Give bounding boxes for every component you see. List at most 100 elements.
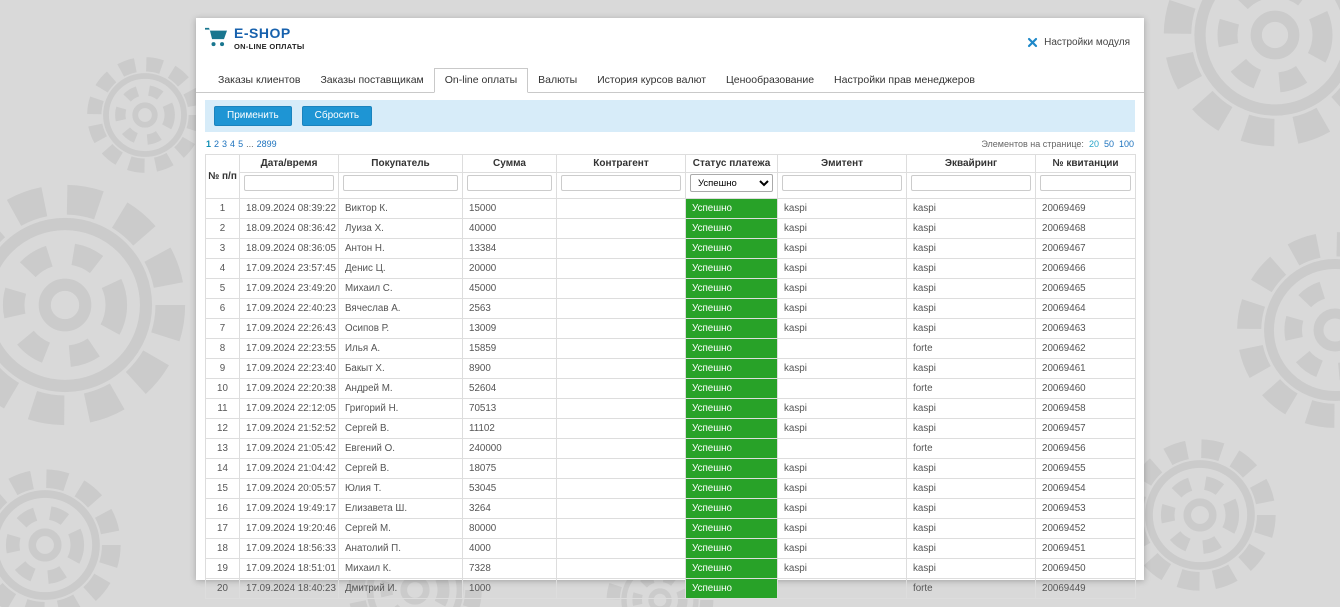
per-page-option[interactable]: 20 — [1089, 139, 1099, 149]
app-window: E-SHOP ON-LINE ОПЛАТЫ Настройки модуля З… — [196, 18, 1144, 580]
tab-manager-rights[interactable]: Настройки прав менеджеров — [824, 69, 985, 92]
cell-buyer: Антон Н. — [339, 239, 463, 259]
contragent-filter-input[interactable] — [561, 175, 681, 191]
cell-contragent — [557, 319, 686, 339]
gear-decoration-icon — [80, 50, 210, 180]
shopping-cart-logo-icon — [204, 26, 228, 48]
table-row: 717.09.2024 22:26:43Осипов Р.13009Успешн… — [206, 319, 1136, 339]
cell-contragent — [557, 239, 686, 259]
emitent-filter-input[interactable] — [782, 175, 902, 191]
module-settings-link[interactable]: Настройки модуля — [1026, 36, 1130, 49]
row-index: 17 — [206, 519, 240, 539]
cell-receipt: 20069462 — [1036, 339, 1136, 359]
cell-amount: 45000 — [463, 279, 557, 299]
page-number[interactable]: 2899 — [257, 139, 277, 149]
cell-buyer: Денис Ц. — [339, 259, 463, 279]
cell-acquiring: kaspi — [907, 199, 1036, 219]
cell-status: Успешно — [686, 359, 778, 379]
cell-contragent — [557, 539, 686, 559]
cell-emitent: kaspi — [778, 479, 907, 499]
cell-acquiring: kaspi — [907, 279, 1036, 299]
cell-buyer: Сергей В. — [339, 419, 463, 439]
cell-acquiring: kaspi — [907, 239, 1036, 259]
cell-contragent — [557, 339, 686, 359]
cell-status: Успешно — [686, 239, 778, 259]
tab-online-payments[interactable]: On-line оплаты — [434, 68, 528, 93]
table-row: 318.09.2024 08:36:05Антон Н.13384Успешно… — [206, 239, 1136, 259]
page-number[interactable]: 5 — [238, 139, 243, 149]
amount-filter-input[interactable] — [467, 175, 552, 191]
page-number[interactable]: 1 — [206, 139, 211, 149]
cell-receipt: 20069450 — [1036, 559, 1136, 579]
receipt-filter-input[interactable] — [1040, 175, 1131, 191]
cell-amount: 240000 — [463, 439, 557, 459]
cell-status: Успешно — [686, 379, 778, 399]
table-row: 1717.09.2024 19:20:46Сергей М.80000Успеш… — [206, 519, 1136, 539]
cell-acquiring: kaspi — [907, 259, 1036, 279]
cell-emitent: kaspi — [778, 399, 907, 419]
col-header-buyer: Покупатель — [339, 155, 463, 173]
tab-orders-suppliers[interactable]: Заказы поставщикам — [310, 69, 433, 92]
pagination-pages: 12345...2899 — [206, 139, 280, 149]
cell-contragent — [557, 279, 686, 299]
cell-datetime: 18.09.2024 08:36:05 — [240, 239, 339, 259]
per-page-control: Элементов на странице:2050100 — [981, 139, 1134, 149]
page-number[interactable]: 3 — [222, 139, 227, 149]
cell-status: Успешно — [686, 279, 778, 299]
gear-decoration-icon — [1225, 220, 1340, 440]
tab-pricing[interactable]: Ценообразование — [716, 69, 824, 92]
cell-receipt: 20069452 — [1036, 519, 1136, 539]
row-index: 11 — [206, 399, 240, 419]
cell-amount: 13384 — [463, 239, 557, 259]
row-index: 16 — [206, 499, 240, 519]
col-header-receipt: № квитанции — [1036, 155, 1136, 173]
page-number[interactable]: 2 — [214, 139, 219, 149]
status-filter-select[interactable]: Успешно — [690, 174, 773, 192]
row-index: 14 — [206, 459, 240, 479]
page-background: E-SHOP ON-LINE ОПЛАТЫ Настройки модуля З… — [0, 0, 1340, 607]
cell-status: Успешно — [686, 299, 778, 319]
brand-title: E-SHOP — [234, 26, 305, 41]
apply-button[interactable]: Применить — [214, 106, 292, 126]
cell-acquiring: kaspi — [907, 539, 1036, 559]
cell-buyer: Сергей М. — [339, 519, 463, 539]
cell-contragent — [557, 439, 686, 459]
cell-contragent — [557, 359, 686, 379]
tab-currency-history[interactable]: История курсов валют — [587, 69, 716, 92]
cell-datetime: 17.09.2024 22:23:40 — [240, 359, 339, 379]
per-page-option[interactable]: 100 — [1119, 139, 1134, 149]
tab-currencies[interactable]: Валюты — [528, 69, 587, 92]
cell-amount: 7328 — [463, 559, 557, 579]
acquiring-filter-input[interactable] — [911, 175, 1031, 191]
cell-amount: 13009 — [463, 319, 557, 339]
cell-datetime: 17.09.2024 18:40:23 — [240, 579, 339, 599]
page-number[interactable]: 4 — [230, 139, 235, 149]
cell-emitent: kaspi — [778, 259, 907, 279]
cell-emitent — [778, 439, 907, 459]
cell-amount: 4000 — [463, 539, 557, 559]
cell-emitent: kaspi — [778, 239, 907, 259]
cell-emitent — [778, 379, 907, 399]
filter-toolbar: Применить Сбросить — [205, 100, 1135, 132]
tab-orders-clients[interactable]: Заказы клиентов — [208, 69, 310, 92]
gear-decoration-icon — [0, 460, 130, 607]
page-ellipsis: ... — [246, 139, 254, 149]
cell-datetime: 17.09.2024 18:51:01 — [240, 559, 339, 579]
cell-contragent — [557, 579, 686, 599]
row-index: 1 — [206, 199, 240, 219]
reset-button[interactable]: Сбросить — [302, 106, 372, 126]
cell-status: Успешно — [686, 399, 778, 419]
cell-emitent: kaspi — [778, 219, 907, 239]
row-index: 2 — [206, 219, 240, 239]
cell-acquiring: kaspi — [907, 419, 1036, 439]
row-index: 9 — [206, 359, 240, 379]
cell-contragent — [557, 299, 686, 319]
cell-contragent — [557, 479, 686, 499]
datetime-filter-input[interactable] — [244, 175, 334, 191]
row-index: 13 — [206, 439, 240, 459]
per-page-option[interactable]: 50 — [1104, 139, 1114, 149]
cell-contragent — [557, 379, 686, 399]
buyer-filter-input[interactable] — [343, 175, 458, 191]
cell-amount: 15859 — [463, 339, 557, 359]
cell-contragent — [557, 559, 686, 579]
